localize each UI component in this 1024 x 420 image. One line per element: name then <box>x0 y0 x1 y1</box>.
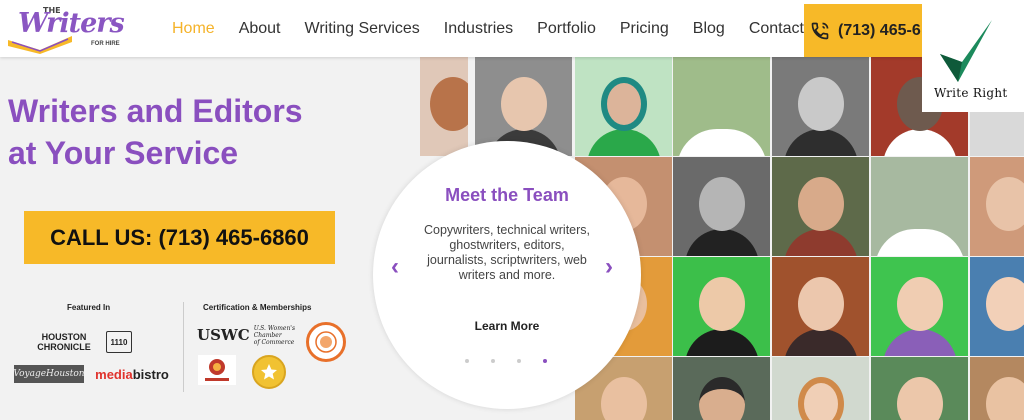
mediabistro-bistro-text: bistro <box>132 366 169 382</box>
uswcc-text: U.S. Women's Chamber of Commerce <box>254 325 299 346</box>
award-star-icon <box>261 364 277 380</box>
featured-in-label: Featured In <box>67 303 111 312</box>
learn-more-link[interactable]: Learn More <box>373 319 641 333</box>
uswcc-line1: U.S. Women's Chamber <box>253 324 296 339</box>
logo-subtitle: FOR HIRE <box>91 41 120 47</box>
nav-about[interactable]: About <box>239 20 281 38</box>
main-nav: Home About Writing Services Industries P… <box>160 0 816 57</box>
logos-divider <box>183 302 184 392</box>
hero-title-line1: Writers and Editors <box>8 93 303 129</box>
seal-icon <box>315 331 337 353</box>
membership-badge-red <box>198 355 236 385</box>
writers-for-hire-logo[interactable]: THE Writers FOR HIRE <box>6 4 132 54</box>
houston-line2: CHRONICLE <box>37 342 91 352</box>
team-photo <box>871 357 968 420</box>
team-photo <box>673 157 770 256</box>
nav-pricing[interactable]: Pricing <box>620 20 669 38</box>
chevron-right-icon[interactable]: › <box>605 253 613 281</box>
team-photo <box>871 157 968 256</box>
slider-dot[interactable] <box>517 359 521 363</box>
uswcc-line2: of Commerce <box>253 338 295 346</box>
chevron-left-icon[interactable]: ‹ <box>391 253 399 281</box>
hero-title: Writers and Editors at Your Service <box>8 90 338 174</box>
nav-writing-services[interactable]: Writing Services <box>305 20 420 38</box>
phone-icon <box>811 22 829 39</box>
certification-seal-badge <box>306 322 346 362</box>
mediabistro-media-text: media <box>95 366 133 382</box>
slider-dot[interactable] <box>491 359 495 363</box>
team-photo <box>871 257 968 356</box>
certification-label: Certification & Memberships <box>203 303 312 312</box>
header-phone-button[interactable]: (713) 465-6 <box>804 4 922 57</box>
nav-blog[interactable]: Blog <box>693 20 725 38</box>
award-gold-badge <box>252 355 286 389</box>
hero-title-line2: at Your Service <box>8 135 239 171</box>
team-photo <box>575 57 672 156</box>
membership-emblem-icon <box>205 359 229 381</box>
header-phone-number: (713) 465-6 <box>838 21 921 39</box>
write-right-check-icon <box>940 20 992 82</box>
slide-description: Copywriters, technical writers, ghostwri… <box>423 223 590 282</box>
team-photo <box>420 57 468 156</box>
team-photo <box>772 257 869 356</box>
write-right-label: Write Right <box>934 86 1008 100</box>
team-photo <box>772 357 869 420</box>
nav-contact[interactable]: Contact <box>749 20 804 38</box>
mediabistro-logo: media bistro <box>90 365 174 383</box>
slide-title: Meet the Team <box>445 185 569 205</box>
nav-portfolio[interactable]: Portfolio <box>537 20 596 38</box>
team-photo <box>970 157 1024 256</box>
logo-script-text: Writers <box>18 8 125 39</box>
uswcc-logo: USWC U.S. Women's Chamber of Commerce <box>197 322 299 348</box>
slider-dot-active[interactable] <box>543 359 547 363</box>
voyage-houston-logo: VoyageHouston <box>13 365 85 383</box>
kprc-radio-logo: 1110 <box>106 331 132 353</box>
team-photo <box>772 157 869 256</box>
slider-dot[interactable] <box>465 359 469 363</box>
team-photo <box>673 357 770 420</box>
team-photo <box>673 257 770 356</box>
team-photo <box>970 357 1024 420</box>
uswcc-mark: USWC <box>197 326 250 344</box>
slider-dots <box>465 359 569 363</box>
nav-industries[interactable]: Industries <box>444 20 513 38</box>
team-photo <box>970 257 1024 356</box>
nav-home[interactable]: Home <box>172 20 215 38</box>
meet-the-team-slider: Meet the Team Copywriters, technical wri… <box>373 141 641 409</box>
site-header: THE Writers FOR HIRE Home About Writing … <box>0 0 1024 57</box>
houston-line1: HOUSTON <box>41 332 87 342</box>
houston-chronicle-logo: HOUSTON CHRONICLE <box>34 330 94 354</box>
write-right-badge[interactable]: Write Right <box>922 0 1024 112</box>
call-us-button[interactable]: CALL US: (713) 465-6860 <box>24 211 335 264</box>
team-photo <box>673 57 770 156</box>
team-photo <box>772 57 869 156</box>
